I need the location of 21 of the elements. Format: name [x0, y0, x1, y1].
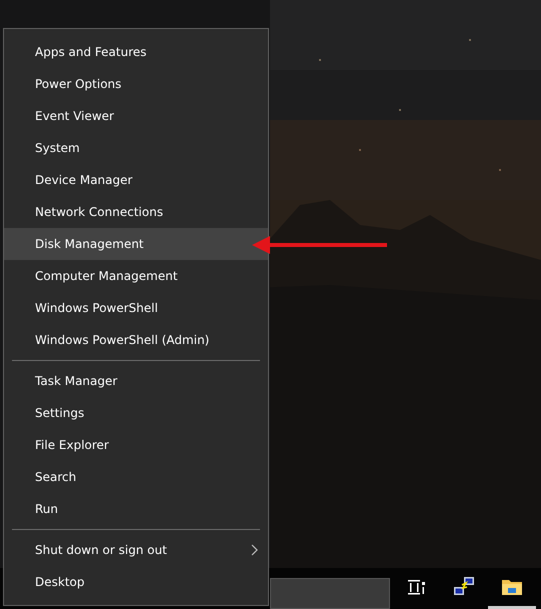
menu-item[interactable]: Settings — [4, 397, 268, 429]
menu-item[interactable]: Disk Management — [4, 228, 268, 260]
menu-item[interactable]: Search — [4, 461, 268, 493]
task-view-icon[interactable] — [406, 578, 426, 596]
menu-item[interactable]: Windows PowerShell (Admin) — [4, 324, 268, 356]
menu-item[interactable]: Task Manager — [4, 365, 268, 397]
menu-item[interactable]: Computer Management — [4, 260, 268, 292]
menu-item[interactable]: System — [4, 132, 268, 164]
menu-item[interactable]: Device Manager — [4, 164, 268, 196]
folder-icon[interactable] — [501, 578, 523, 596]
menu-item[interactable]: File Explorer — [4, 429, 268, 461]
menu-item[interactable]: Shut down or sign out — [4, 534, 268, 566]
network-icon[interactable] — [453, 576, 475, 598]
menu-item[interactable]: Event Viewer — [4, 100, 268, 132]
menu-item[interactable]: Desktop — [4, 566, 268, 598]
menu-item[interactable]: Run — [4, 493, 268, 525]
menu-item[interactable]: Windows PowerShell — [4, 292, 268, 324]
taskbar-search-field[interactable] — [270, 578, 390, 609]
menu-item[interactable]: Apps and Features — [4, 36, 268, 68]
menu-item[interactable]: Network Connections — [4, 196, 268, 228]
menu-item[interactable]: Power Options — [4, 68, 268, 100]
